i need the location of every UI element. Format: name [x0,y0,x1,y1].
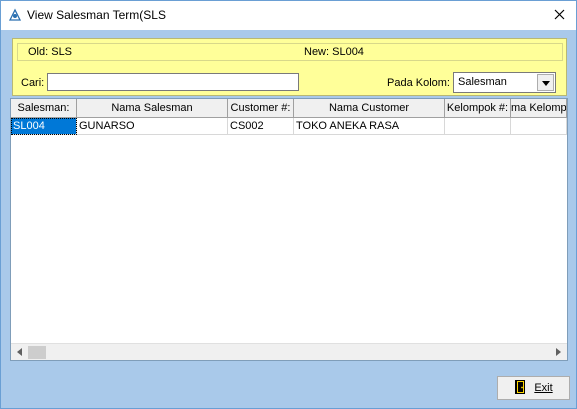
exit-button-label: Exit [534,382,553,394]
exit-door-icon [514,379,528,398]
scroll-thumb[interactable] [28,346,46,359]
scroll-left-button[interactable] [11,344,28,360]
table-cell[interactable]: GUNARSO [77,118,228,135]
table-cell[interactable]: CS002 [228,118,294,135]
column-filter-label: Pada Kolom: [387,77,450,89]
window: View Salesman Term(SLS Old: SLS New: SL0… [0,0,577,409]
exit-button[interactable]: Exit [497,376,570,400]
close-icon [554,9,565,23]
results-grid[interactable]: Salesman: Nama Salesman Customer #: Nama… [10,98,568,361]
table-cell[interactable] [511,118,567,135]
grid-header: Salesman: Nama Salesman Customer #: Nama… [11,99,567,118]
arrow-right-icon [556,347,561,359]
column-header-kelompok[interactable]: Kelompok #: [445,99,511,118]
new-term-label: New: SL004 [304,46,364,58]
chevron-down-icon [541,77,550,89]
column-filter-value: Salesman [458,76,507,88]
window-title: View Salesman Term(SLS [27,8,166,22]
search-input[interactable] [47,73,299,91]
horizontal-scrollbar[interactable] [11,343,567,360]
table-cell[interactable]: TOKO ANEKA RASA [294,118,445,135]
column-header-salesman[interactable]: Salesman: [11,99,77,118]
arrow-left-icon [17,347,22,359]
client-area: Old: SLS New: SL004 Cari: Pada Kolom: Sa… [6,30,572,404]
column-header-nama-customer[interactable]: Nama Customer [294,99,445,118]
app-icon [8,8,22,22]
column-header-nama-kelompok[interactable]: ma Kelomp [511,99,567,118]
column-header-nama-salesman[interactable]: Nama Salesman [77,99,228,118]
table-row[interactable]: SL004 GUNARSO CS002 TOKO ANEKA RASA [11,118,567,135]
search-label: Cari: [21,77,45,89]
filter-panel: Old: SLS New: SL004 Cari: Pada Kolom: Sa… [12,38,567,96]
old-term-label: Old: SLS [28,46,73,58]
dropdown-button[interactable] [537,74,554,91]
scroll-right-button[interactable] [550,344,567,360]
column-header-customer[interactable]: Customer #: [228,99,294,118]
term-info-row: Old: SLS New: SL004 [17,43,563,61]
table-cell[interactable]: SL004 [11,118,77,135]
close-button[interactable] [542,1,576,30]
column-filter-select[interactable]: Salesman [453,72,556,93]
table-cell[interactable] [445,118,511,135]
title-bar[interactable]: View Salesman Term(SLS [1,1,576,30]
